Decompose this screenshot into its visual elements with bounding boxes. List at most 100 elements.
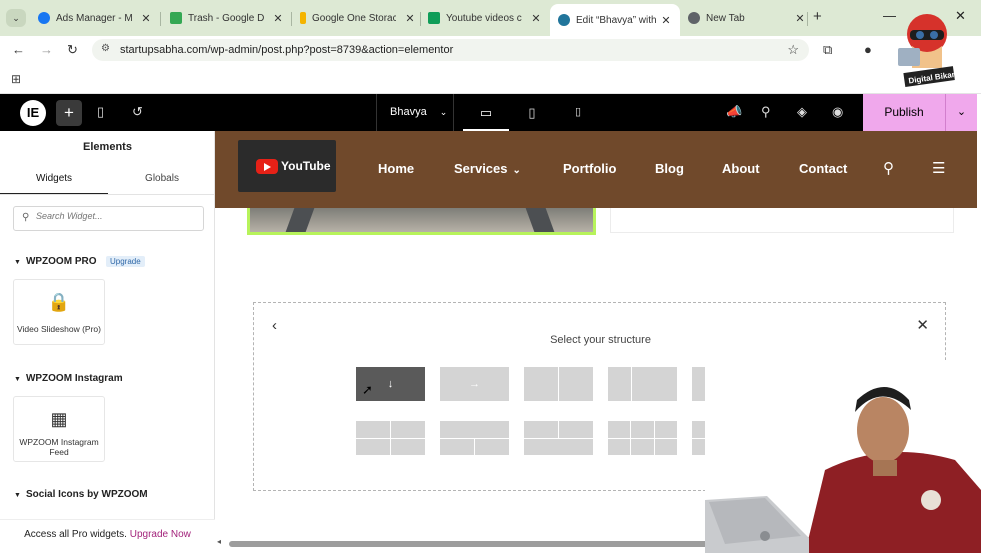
close-icon[interactable]: ✕ <box>404 12 416 25</box>
close-icon[interactable]: ✕ <box>530 12 542 25</box>
widget-video-slideshow[interactable]: 🔒 Video Slideshow (Pro) <box>13 279 105 345</box>
empty-column[interactable] <box>610 205 954 233</box>
structure-title: Select your structure <box>550 334 651 346</box>
structure-option-grid-2x2[interactable] <box>356 421 425 455</box>
nav-contact[interactable]: Contact <box>799 161 847 176</box>
caret-down-icon: ▼ <box>14 259 21 266</box>
category-wpzoom-pro[interactable]: ▼ WPZOOM PRO <box>14 256 97 267</box>
publish-button[interactable]: Publish <box>863 94 945 131</box>
footer-text: Access all Pro widgets. <box>24 529 127 540</box>
caret-down-icon: ▼ <box>14 492 21 499</box>
scroll-left-icon[interactable]: ◂ <box>217 537 221 546</box>
tab-widgets[interactable]: Widgets <box>0 173 108 195</box>
google-one-icon <box>300 12 306 24</box>
browser-tab-6[interactable]: New Tab ✕ <box>688 6 806 30</box>
widget-search[interactable]: ⚲ <box>13 206 204 231</box>
apps-grid-icon[interactable]: ⊞ <box>11 72 21 86</box>
close-icon[interactable]: ✕ <box>916 316 929 334</box>
screen: ⌄ Ads Manager - Ma ✕ Trash - Google Dri … <box>0 0 981 553</box>
tab-globals[interactable]: Globals <box>108 173 216 195</box>
structure-option-grid-2-1[interactable] <box>524 421 593 455</box>
google-sheets-icon <box>428 12 440 24</box>
notifications-megaphone-icon[interactable]: 📣 <box>726 104 742 120</box>
history-icon[interactable]: ↺ <box>132 104 143 120</box>
browser-tab-active[interactable]: Edit “Bhavya” with ✕ <box>550 4 680 36</box>
close-icon[interactable]: ✕ <box>794 12 806 25</box>
elementor-logo-icon[interactable]: IE <box>20 100 46 126</box>
browser-tab-1[interactable]: Ads Manager - Ma ✕ <box>38 6 152 30</box>
caret-down-icon: ▼ <box>14 376 21 383</box>
panel-footer: Access all Pro widgets. Upgrade Now <box>0 519 215 553</box>
mobile-icon[interactable]: ▯ <box>555 94 601 131</box>
elements-panel: Elements Widgets Globals ⚲ ▼ WPZOOM PRO U… <box>0 131 215 553</box>
structure-option-grid-3x2[interactable] <box>608 421 677 455</box>
bookmark-star-icon[interactable]: ☆ <box>787 42 799 58</box>
chevron-down-icon: ⌄ <box>439 107 448 117</box>
scrollbar-thumb[interactable] <box>229 541 749 547</box>
browser-tab-2[interactable]: Trash - Google Dri ✕ <box>170 6 284 30</box>
chrome-icon <box>688 12 700 24</box>
tablet-icon[interactable]: ▯ <box>509 94 555 131</box>
tab-search-icon[interactable]: ⌄ <box>6 9 26 27</box>
address-bar: ← → ↻ ⚙ startupsabha.com/wp-admin/post.p… <box>0 36 981 64</box>
url-text[interactable]: startupsabha.com/wp-admin/post.php?post=… <box>120 44 453 56</box>
close-icon[interactable]: ✕ <box>660 14 672 27</box>
upgrade-badge[interactable]: Upgrade <box>106 256 145 267</box>
search-icon[interactable]: ⚲ <box>883 159 894 177</box>
add-element-button[interactable]: + <box>56 100 82 126</box>
tab-title: New Tab <box>706 12 745 24</box>
nav-portfolio[interactable]: Portfolio <box>563 161 616 176</box>
nav-home[interactable]: Home <box>378 161 414 176</box>
youtube-logo[interactable]: YouTube <box>238 140 336 192</box>
nav-about[interactable]: About <box>722 161 760 176</box>
forward-arrow-icon[interactable]: → <box>40 42 53 57</box>
new-tab-button[interactable]: + <box>813 8 822 25</box>
widget-wpzoom-instagram-feed[interactable]: ▦ WPZOOM Instagram Feed <box>13 396 105 462</box>
bookmarks-bar: ⊞ <box>0 64 981 94</box>
url-omnibox[interactable]: ⚙ startupsabha.com/wp-admin/post.php?pos… <box>92 39 809 61</box>
category-label: Social Icons by WPZOOM <box>25 489 148 500</box>
youtube-play-icon <box>256 159 278 174</box>
search-icon[interactable]: ⚲ <box>761 104 771 120</box>
logo-text: YouTube <box>281 159 331 173</box>
close-icon[interactable]: ✕ <box>140 12 152 25</box>
elementor-topbar: IE + ▯ ↺ Bhavya ⌄ ▭ ▯ ▯ 📣 ⚲ ◈ ◉ Publish … <box>0 94 977 131</box>
browser-tab-4[interactable]: Youtube videos co ✕ <box>428 6 542 30</box>
profile-avatar-icon[interactable]: ● <box>864 42 872 57</box>
publish-options-chevron-icon[interactable]: ⌄ <box>945 94 977 131</box>
upgrade-now-link[interactable]: Upgrade Now <box>130 529 191 540</box>
widget-search-input[interactable] <box>36 211 196 221</box>
search-icon: ⚲ <box>22 212 30 223</box>
structure-option-grid-1-2[interactable] <box>440 421 509 455</box>
wordpress-icon <box>558 14 570 26</box>
structure-option-2col-wide[interactable] <box>608 367 677 401</box>
back-chevron-icon[interactable]: ‹ <box>272 317 277 334</box>
site-info-icon[interactable]: ⚙ <box>101 43 110 54</box>
structure-option-1col-row[interactable]: → <box>440 367 509 401</box>
site-header: YouTube Home Services ⌄ Portfolio Blog Ab… <box>215 131 977 208</box>
instagram-grid-icon: ▦ <box>50 409 68 429</box>
preview-eye-icon[interactable]: ◉ <box>832 104 843 120</box>
tab-title: Google One Storac <box>312 12 396 24</box>
selected-image-widget[interactable] <box>247 205 596 235</box>
tab-title: Trash - Google Dri <box>188 12 264 24</box>
close-icon[interactable]: ✕ <box>272 12 284 25</box>
desktop-icon[interactable]: ▭ <box>463 94 509 131</box>
page-name-dropdown[interactable]: Bhavya ⌄ <box>376 94 454 131</box>
browser-tab-3[interactable]: Google One Storac ✕ <box>300 6 416 30</box>
device-switcher: ▭ ▯ ▯ <box>463 94 601 131</box>
menu-hamburger-icon[interactable]: ☰ <box>932 159 945 177</box>
structure-layers-icon[interactable]: ◈ <box>797 104 807 120</box>
tab-title: Ads Manager - Ma <box>56 12 132 24</box>
nav-blog[interactable]: Blog <box>655 161 684 176</box>
mouse-cursor-icon: ➚ <box>362 382 373 397</box>
page-settings-icon[interactable]: ▯ <box>97 104 104 120</box>
structure-option-2col[interactable] <box>524 367 593 401</box>
nav-services[interactable]: Services ⌄ <box>454 161 521 176</box>
back-arrow-icon[interactable]: ← <box>12 42 25 57</box>
browser-tabstrip: ⌄ Ads Manager - Ma ✕ Trash - Google Dri … <box>0 0 981 36</box>
category-social-icons[interactable]: ▼ Social Icons by WPZOOM <box>14 489 148 500</box>
category-wpzoom-instagram[interactable]: ▼ WPZOOM Instagram <box>14 373 123 384</box>
extensions-icon[interactable]: ⧉ <box>823 42 832 58</box>
reload-icon[interactable]: ↻ <box>67 42 78 58</box>
